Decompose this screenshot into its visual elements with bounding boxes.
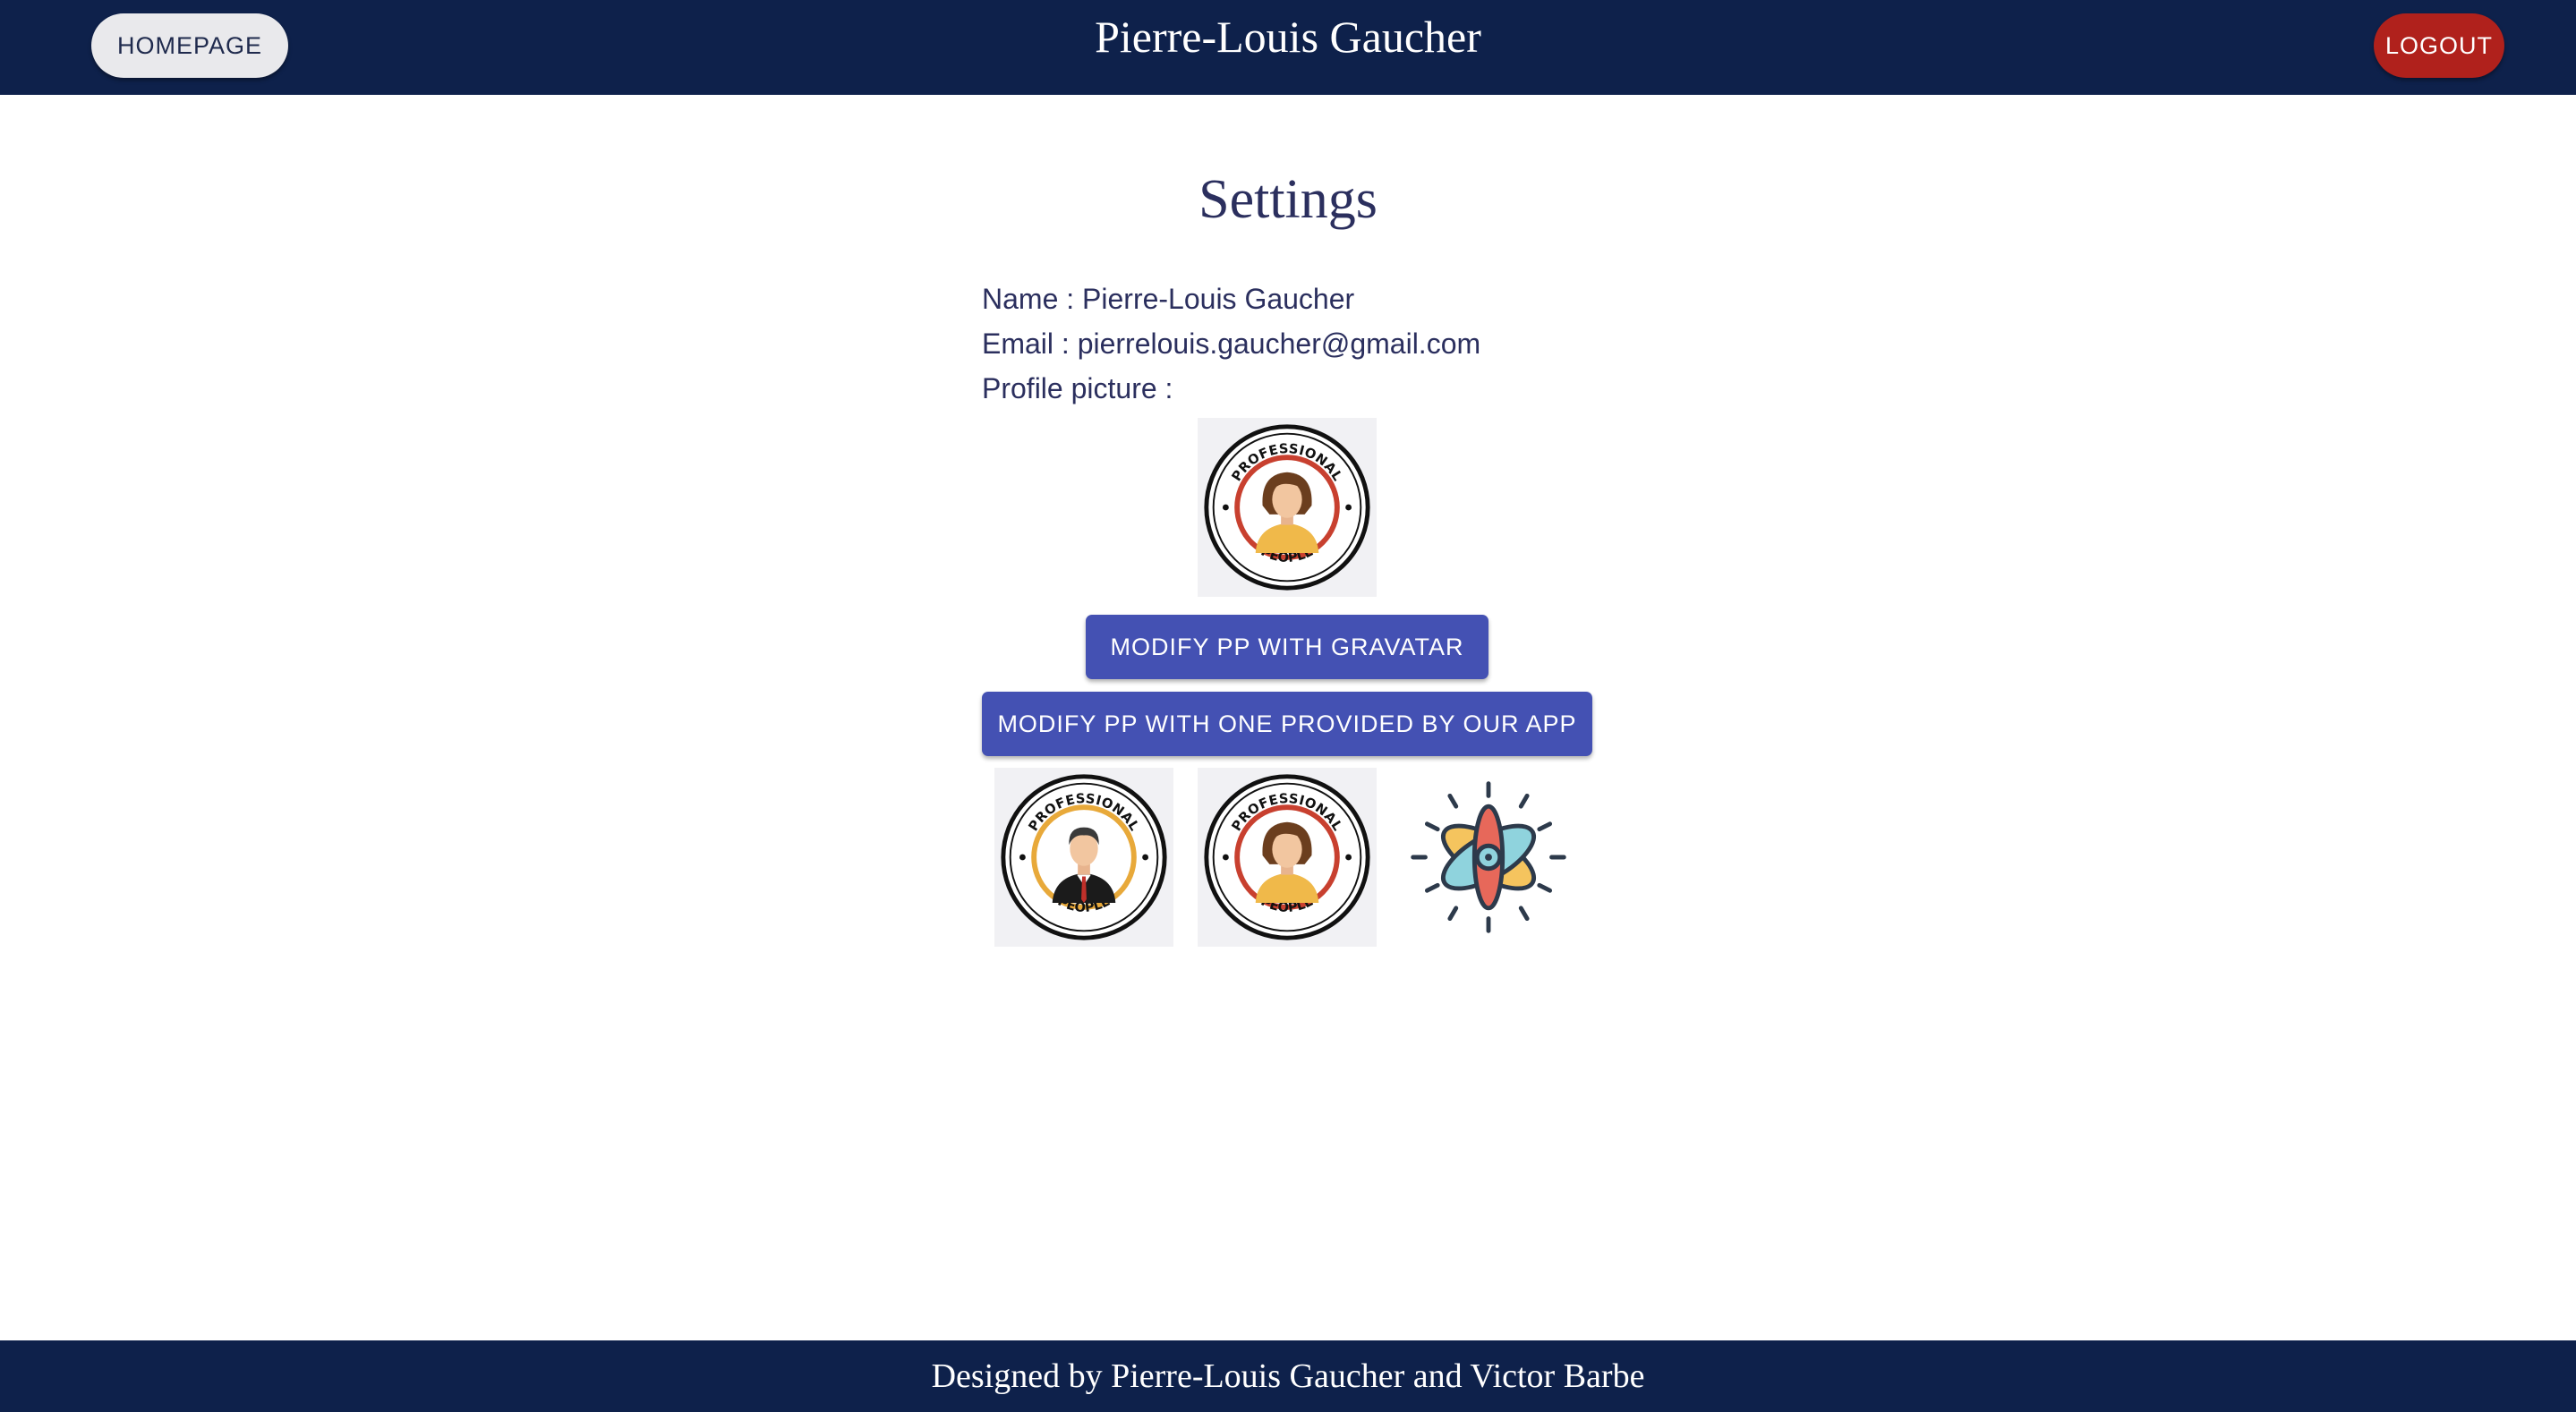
- page-title: Settings: [1198, 169, 1378, 230]
- professional-woman-avatar-icon: PROFESSIONAL PEOPLE: [1204, 774, 1370, 940]
- avatar-option-man[interactable]: PROFESSIONAL PEOPLE: [994, 768, 1173, 947]
- modify-pp-gravatar-button[interactable]: MODIFY PP WITH GRAVATAR: [1086, 615, 1488, 679]
- email-line: Email : pierrelouis.gaucher@gmail.com: [982, 327, 1481, 360]
- avatar-option-atom[interactable]: [1399, 768, 1578, 947]
- logout-button[interactable]: LOGOUT: [2374, 13, 2504, 78]
- name-line: Name : Pierre-Louis Gaucher: [982, 283, 1355, 315]
- footer: Designed by Pierre-Louis Gaucher and Vic…: [0, 1340, 2576, 1412]
- profile-picture-label: Profile picture :: [982, 372, 1173, 404]
- current-profile-picture: PROFESSIONAL PEOPLE: [1198, 418, 1377, 597]
- footer-credits: Designed by Pierre-Louis Gaucher and Vic…: [931, 1357, 1645, 1395]
- avatar-option-woman[interactable]: PROFESSIONAL PEOPLE: [1198, 768, 1377, 947]
- react-atom-icon: [1411, 781, 1566, 933]
- professional-woman-avatar-icon: PROFESSIONAL PEOPLE: [1204, 424, 1370, 591]
- top-navbar: HOMEPAGE Pierre-Louis Gaucher LOGOUT: [0, 0, 2576, 95]
- professional-man-avatar-icon: PROFESSIONAL PEOPLE: [1001, 774, 1167, 940]
- modify-pp-provided-button[interactable]: MODIFY PP WITH ONE PROVIDED BY OUR APP: [982, 692, 1592, 756]
- app-title: Pierre-Louis Gaucher: [1095, 12, 1481, 62]
